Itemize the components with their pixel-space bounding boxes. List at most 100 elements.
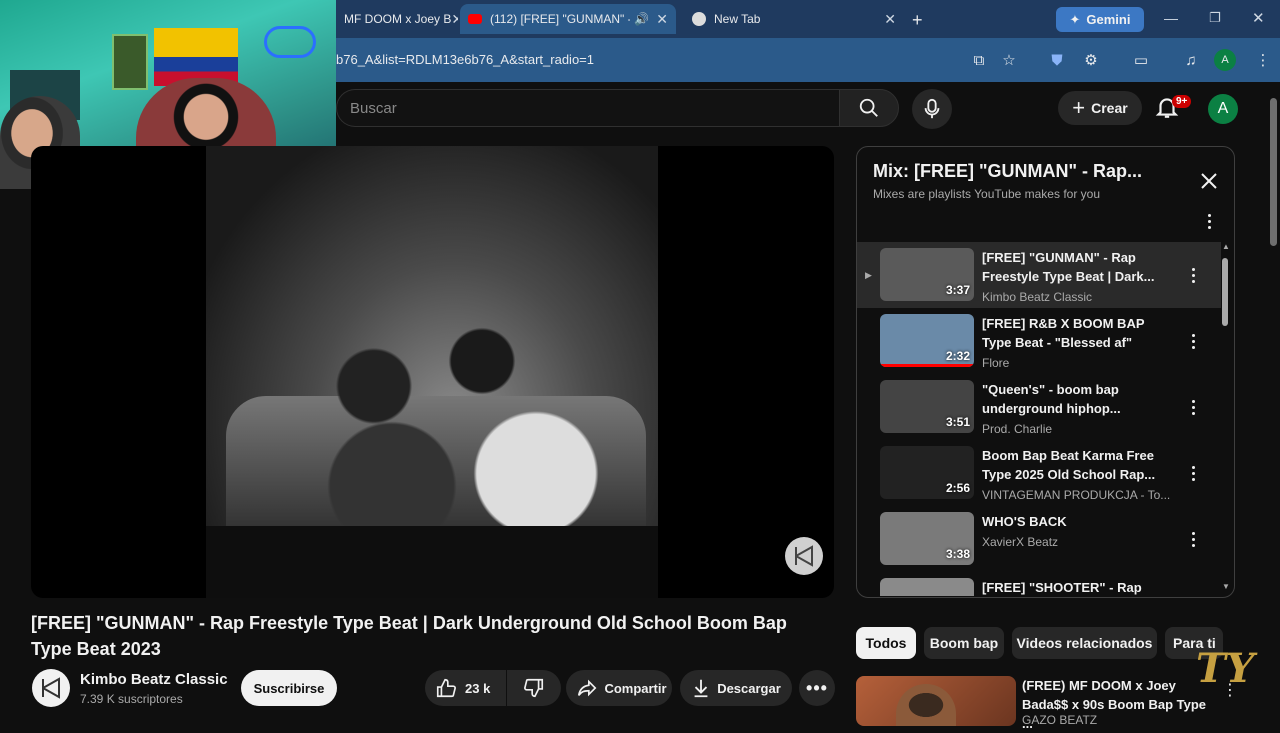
url-field[interactable]: b76_A&list=RDLM13e6b76_A&start_radio=1 [336,52,594,67]
video-thumbnail[interactable]: 2:32 [880,314,974,367]
playlist-item-title[interactable]: Boom Bap Beat Karma Free Type 2025 Old S… [982,446,1164,484]
playlist-item[interactable]: [FREE] "SHOOTER" - Rap Freestyle Type Be… [857,572,1221,596]
search-placeholder: Buscar [350,99,397,117]
playlist-item-title[interactable]: [FREE] R&B X BOOM BAP Type Beat - "Bless… [982,314,1164,352]
close-playlist-button[interactable] [1198,170,1220,192]
playlist-item[interactable]: 3:38 WHO'S BACK XavierX Beatz [857,506,1221,572]
thumbs-down-icon [524,678,544,698]
download-button[interactable]: Descargar [680,670,792,706]
search-input[interactable]: Buscar [336,89,839,127]
share-button[interactable]: Compartir [566,670,672,706]
video-duration: 2:32 [945,349,970,363]
more-vertical-icon[interactable] [1187,264,1199,286]
extension-icon[interactable]: ⛊ [1046,49,1068,71]
create-button[interactable]: + Crear [1058,91,1142,125]
tab-label: New Tab [714,12,761,26]
media-controls-icon[interactable]: ♫ [1180,49,1202,71]
playlist-items: ▶ 3:37 [FREE] "GUNMAN" - Rap Freestyle T… [857,242,1221,596]
playlist-item-channel: XavierX Beatz [982,535,1059,549]
kimbo-logo-icon [795,545,813,567]
new-tab-button[interactable]: + [912,10,923,31]
install-app-icon[interactable]: ⧉ [968,49,990,71]
playlist-item-title[interactable]: [FREE] "SHOOTER" - Rap Freestyle Type Be… [982,578,1164,596]
like-button[interactable]: 23 k [425,670,506,706]
more-vertical-icon [1203,210,1215,232]
video-title: [FREE] "GUNMAN" - Rap Freestyle Type Bea… [31,613,787,659]
playlist-item[interactable]: 2:56 Boom Bap Beat Karma Free Type 2025 … [857,440,1221,506]
playlist-title: Mix: [FREE] "GUNMAN" - Rap... [873,161,1143,181]
playlist-item-current[interactable]: ▶ 3:37 [FREE] "GUNMAN" - Rap Freestyle T… [857,242,1221,308]
microphone-icon [924,98,940,119]
chip-related-videos[interactable]: Videos relacionados [1012,627,1157,659]
download-icon [694,679,708,698]
more-vertical-icon[interactable] [1187,528,1199,550]
more-horizontal-icon: ••• [806,677,828,698]
voice-search-button[interactable] [912,89,952,129]
poster-image [112,34,148,90]
playlist-scrollbar[interactable] [1222,258,1228,326]
playlist-item-title[interactable]: "Queen's" - boom bap underground hiphop.… [982,380,1164,418]
tab-gunman[interactable]: (112) [FREE] "GUNMAN" - R 🔊 ✕ [460,4,676,34]
recommended-video-thumbnail[interactable] [856,676,1016,726]
video-thumbnail[interactable]: 3:51 [880,380,974,433]
watch-progress-bar [880,364,974,367]
download-label: Descargar [717,680,781,696]
chip-boom-bap[interactable]: Boom bap [924,627,1004,659]
speaker-icon[interactable]: 🔊 [634,12,649,26]
sparkle-icon: ✦ [1069,11,1081,27]
thumbs-up-icon [436,678,456,698]
plus-icon: + [1072,95,1086,120]
subscribe-button[interactable]: Suscribirse [241,670,337,706]
close-icon[interactable]: ✕ [451,11,458,28]
video-thumbnail[interactable] [880,578,974,596]
scroll-down-icon[interactable]: ▼ [1222,582,1230,591]
gemini-label: Gemini [1086,12,1131,27]
scroll-up-icon[interactable]: ▲ [1222,242,1230,251]
playlist-item-channel: Flore [982,356,1010,370]
extensions-puzzle-icon[interactable]: ⚙ [1080,49,1102,71]
youtube-favicon-icon [468,14,482,24]
more-vertical-icon[interactable] [1187,330,1199,352]
side-panel-icon[interactable]: ▭ [1130,49,1152,71]
playlist-item-channel: Kimbo Beatz Classic [982,290,1093,304]
people-image [266,286,626,536]
close-icon[interactable]: ✕ [656,11,668,28]
page-scrollbar[interactable] [1270,98,1277,246]
video-thumbnail[interactable]: 2:56 [880,446,974,499]
restore-button[interactable]: ❐ [1209,10,1221,26]
close-window-button[interactable]: ✕ [1252,9,1265,27]
chip-all[interactable]: Todos [856,627,916,659]
playlist-item-title[interactable]: WHO'S BACK [982,512,1164,531]
channel-watermark-icon[interactable] [785,537,823,575]
tab-mf-doom[interactable]: MF DOOM x Joey B ✕ [336,4,458,34]
gemini-button[interactable]: ✦ Gemini [1056,7,1144,32]
profile-avatar[interactable]: A [1214,49,1236,71]
chrome-menu-icon[interactable]: ⋮ [1252,49,1274,71]
search-icon [859,98,878,117]
video-thumbnail[interactable]: 3:37 [880,248,974,301]
playlist-item[interactable]: 2:32 [FREE] R&B X BOOM BAP Type Beat - "… [857,308,1221,374]
channel-name[interactable]: Kimbo Beatz Classic [80,671,228,688]
playlist-item[interactable]: 3:51 "Queen's" - boom bap underground hi… [857,374,1221,440]
account-avatar[interactable]: A [1208,94,1238,124]
bookmark-star-icon[interactable]: ☆ [998,49,1020,71]
video-duration: 3:38 [945,547,970,561]
video-frame [206,146,658,598]
playlist-menu-button[interactable] [1198,210,1220,232]
dislike-button[interactable] [507,670,561,706]
video-thumbnail[interactable]: 3:38 [880,512,974,565]
video-duration: 3:37 [945,283,970,297]
minimize-button[interactable]: — [1164,10,1178,26]
subscriber-count: 7.39 K suscriptores [80,692,183,706]
chrome-favicon-icon [692,12,706,26]
search-button[interactable] [839,89,899,127]
more-vertical-icon[interactable] [1187,396,1199,418]
channel-avatar[interactable] [32,669,70,707]
tab-new-tab[interactable]: New Tab ✕ [684,4,904,34]
more-actions-button[interactable]: ••• [799,670,835,706]
playlist-item-title[interactable]: [FREE] "GUNMAN" - Rap Freestyle Type Bea… [982,248,1164,286]
close-icon[interactable]: ✕ [884,11,896,28]
more-vertical-icon[interactable] [1187,462,1199,484]
tab-label: (112) [FREE] "GUNMAN" - R [490,12,630,26]
video-player[interactable] [31,146,834,598]
